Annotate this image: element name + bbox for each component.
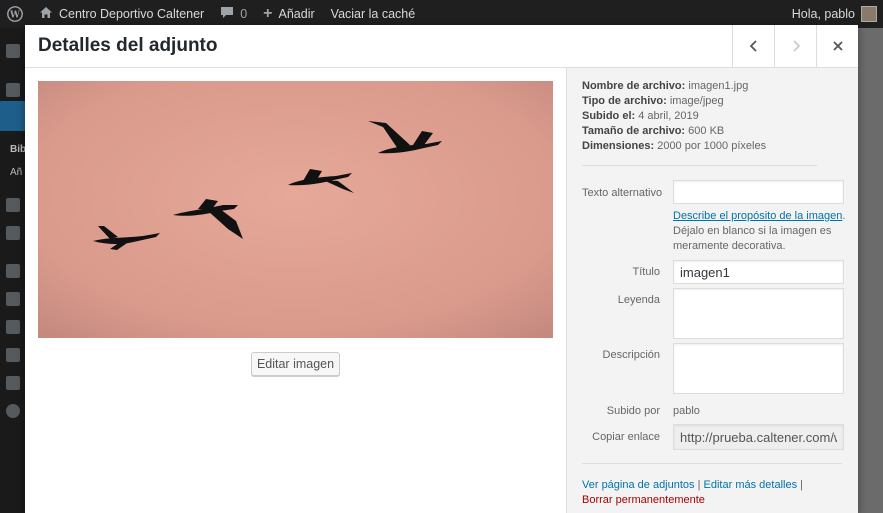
modal-header: Detalles del adjunto — [25, 25, 858, 68]
meta-uploaded-on: Subido el: 4 abril, 2019 — [582, 110, 699, 122]
chevron-left-icon — [749, 40, 757, 52]
uploaded-by-value: pablo — [673, 405, 700, 417]
caption-label: Leyenda — [617, 294, 660, 306]
close-button[interactable] — [816, 25, 858, 67]
edit-image-button[interactable]: Editar imagen — [251, 352, 340, 376]
attachment-details-modal: Detalles del adjunto Editar imagen Nombr… — [25, 25, 858, 513]
alt-text-label: Texto alternativo — [582, 187, 663, 199]
title-input[interactable] — [673, 260, 844, 284]
previous-button[interactable] — [732, 25, 774, 67]
avatar — [861, 6, 877, 22]
file-meta: Nombre de archivo: imagen1.jpg Tipo de a… — [582, 79, 766, 154]
appearance-icon[interactable] — [6, 264, 20, 278]
meta-dimensions: Dimensiones: 2000 por 1000 píxeles — [582, 140, 767, 152]
svg-text:W: W — [9, 11, 20, 21]
media-menu-icon[interactable] — [0, 101, 25, 131]
attachment-actions: Ver página de adjuntos | Editar más deta… — [582, 479, 803, 506]
attachment-image — [38, 81, 553, 338]
description-textarea[interactable] — [673, 343, 844, 394]
purge-cache-link[interactable]: Vaciar la caché — [323, 0, 424, 28]
site-name: Centro Deportivo Caltener — [59, 7, 205, 21]
pages-icon[interactable] — [6, 198, 20, 212]
dashboard-icon[interactable] — [6, 44, 20, 58]
wordpress-logo-icon[interactable]: W — [0, 0, 31, 28]
sidebar-label-add[interactable]: Añ — [10, 167, 22, 178]
settings-icon[interactable] — [6, 376, 20, 390]
copy-link-label: Copiar enlace — [592, 431, 660, 443]
purge-cache-label: Vaciar la caché — [330, 7, 416, 21]
media-preview-area: Editar imagen — [25, 68, 566, 513]
uploaded-by-label: Subido por — [606, 405, 660, 417]
greeting: Hola, pablo — [791, 7, 855, 21]
add-new-label: Añadir — [278, 7, 315, 21]
next-button[interactable] — [774, 25, 816, 67]
users-icon[interactable] — [6, 320, 20, 334]
copy-link-input[interactable] — [673, 424, 844, 450]
description-label: Descripción — [602, 349, 660, 361]
account-menu[interactable]: Hola, pablo — [784, 0, 883, 28]
divider — [582, 463, 842, 464]
home-icon — [39, 6, 53, 22]
divider — [582, 165, 817, 166]
chevron-right-icon — [792, 40, 800, 52]
tools-icon[interactable] — [6, 348, 20, 362]
alt-text-help: Describe el propósito de la imagen. Déja… — [673, 210, 846, 252]
close-icon — [832, 41, 843, 51]
title-label: Título — [632, 266, 660, 278]
modal-title: Detalles del adjunto — [38, 35, 218, 56]
plugins-icon[interactable] — [6, 292, 20, 306]
add-new-link[interactable]: + Añadir — [255, 0, 322, 28]
plus-icon: + — [263, 5, 273, 22]
meta-filetype: Tipo de archivo: image/jpeg — [582, 95, 724, 107]
pin-icon[interactable] — [6, 83, 20, 97]
site-name-link[interactable]: Centro Deportivo Caltener — [31, 0, 212, 28]
sidebar-label-library[interactable]: Bib — [10, 144, 26, 155]
meta-filename: Nombre de archivo: imagen1.jpg — [582, 80, 749, 92]
view-attachment-page-link[interactable]: Ver página de adjuntos — [582, 479, 695, 491]
admin-sidebar: Bib Añ — [0, 28, 26, 513]
comment-bubble-icon — [220, 6, 234, 22]
meta-filesize: Tamaño de archivo: 600 KB — [582, 125, 725, 137]
comments-menu-icon[interactable] — [6, 226, 20, 240]
comments-link[interactable]: 0 — [212, 0, 255, 28]
edit-more-details-link[interactable]: Editar más detalles — [704, 479, 798, 491]
alt-text-help-link[interactable]: Describe el propósito de la imagen — [673, 210, 842, 222]
alt-text-input[interactable] — [673, 180, 844, 204]
delete-permanently-link[interactable]: Borrar permanentemente — [582, 494, 705, 506]
admin-bar: W Centro Deportivo Caltener 0 + Añadir V… — [0, 0, 883, 28]
comments-count: 0 — [240, 7, 248, 21]
collapse-icon[interactable] — [6, 404, 20, 418]
attachment-info-panel: Nombre de archivo: imagen1.jpg Tipo de a… — [566, 68, 858, 513]
caption-textarea[interactable] — [673, 288, 844, 339]
